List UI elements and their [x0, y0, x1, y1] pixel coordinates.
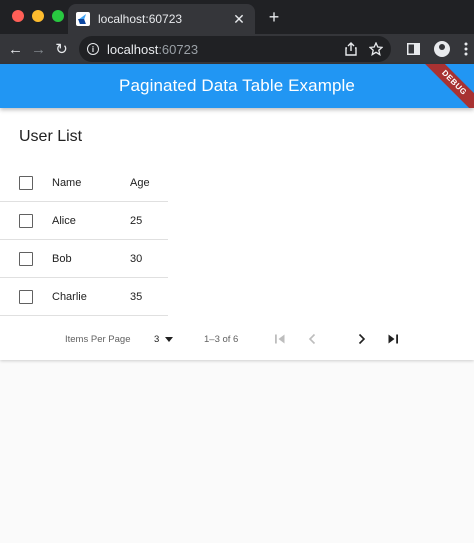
cell-age: 30	[130, 252, 143, 265]
cell-name: Bob	[52, 252, 72, 265]
close-window-button[interactable]	[12, 10, 24, 22]
debug-banner: DEBUG	[419, 64, 474, 108]
next-page-icon[interactable]	[355, 331, 369, 347]
cell-name: Charlie	[52, 290, 87, 303]
row-checkbox[interactable]	[19, 251, 33, 266]
side-panel-icon[interactable]	[407, 43, 420, 55]
new-tab-icon[interactable]: +	[264, 7, 284, 27]
browser-chrome: localhost:60723 ✕ + ← → ↻ i localhost:60…	[0, 0, 474, 64]
column-header-name[interactable]: Name	[52, 177, 81, 189]
share-icon[interactable]	[345, 42, 357, 56]
card-title: User List	[19, 128, 83, 145]
data-table: Name Age Alice 25 Bob 30 Charlie 35	[0, 164, 168, 316]
previous-page-icon[interactable]	[305, 331, 319, 347]
table-row[interactable]: Charlie 35	[0, 278, 168, 316]
column-header-age[interactable]: Age	[130, 177, 150, 189]
app-bar: Paginated Data Table Example DEBUG	[0, 64, 474, 108]
data-table-card: User List Name Age Alice 25 Bob 30 Charl…	[0, 108, 474, 360]
page-range-text: 1–3 of 6	[204, 334, 239, 345]
close-tab-icon[interactable]: ✕	[231, 11, 247, 28]
browser-tab[interactable]: localhost:60723 ✕	[68, 4, 255, 34]
menu-kebab-icon[interactable]	[464, 42, 468, 56]
table-header-row: Name Age	[0, 164, 168, 202]
browser-toolbar: ← → ↻ i localhost:60723	[0, 34, 474, 64]
select-all-checkbox[interactable]	[19, 175, 33, 190]
window-controls	[12, 10, 64, 22]
flutter-icon	[76, 12, 90, 26]
row-checkbox[interactable]	[19, 289, 33, 304]
tab-title: localhost:60723	[98, 12, 183, 26]
back-arrow-icon[interactable]: ←	[6, 38, 25, 60]
bookmark-star-icon[interactable]	[369, 42, 383, 56]
last-page-icon[interactable]	[386, 331, 400, 347]
address-bar[interactable]: i localhost:60723	[79, 36, 391, 62]
items-per-page-label: Items Per Page	[65, 334, 131, 345]
dropdown-caret-icon[interactable]	[165, 337, 173, 342]
url-port: :60723	[158, 41, 199, 57]
profile-avatar-icon[interactable]	[434, 41, 450, 57]
minimize-window-button[interactable]	[32, 10, 44, 22]
url-host: localhost	[107, 41, 159, 57]
cell-age: 35	[130, 290, 143, 303]
pagination-footer: Items Per Page 3 1–3 of 6	[0, 330, 474, 350]
maximize-window-button[interactable]	[52, 10, 64, 22]
info-icon[interactable]: i	[87, 43, 99, 55]
tab-strip: localhost:60723 ✕ +	[0, 0, 474, 34]
row-checkbox[interactable]	[19, 213, 33, 228]
reload-icon[interactable]: ↻	[52, 38, 71, 60]
items-per-page-dropdown[interactable]: 3	[154, 334, 159, 345]
forward-arrow-icon[interactable]: →	[29, 38, 48, 60]
app-bar-title: Paginated Data Table Example	[119, 76, 355, 95]
table-row[interactable]: Alice 25	[0, 202, 168, 240]
table-row[interactable]: Bob 30	[0, 240, 168, 278]
cell-age: 25	[130, 214, 143, 227]
first-page-icon[interactable]	[273, 331, 287, 347]
cell-name: Alice	[52, 214, 76, 227]
